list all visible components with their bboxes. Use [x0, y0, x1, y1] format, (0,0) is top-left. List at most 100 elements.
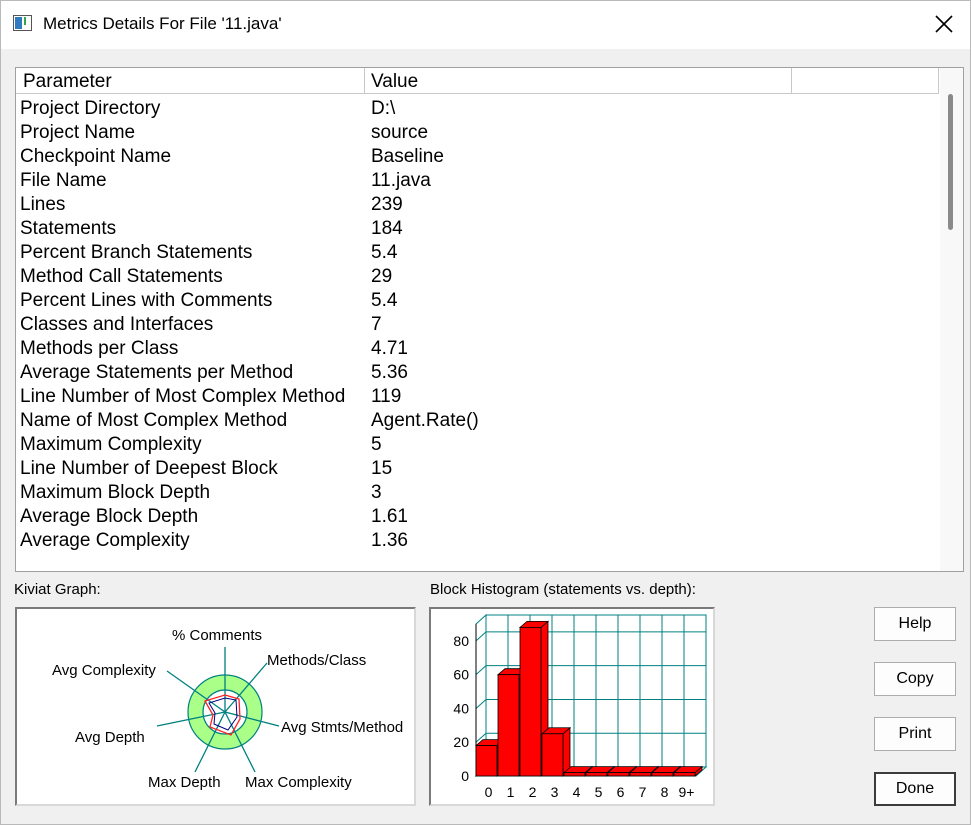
- parameter-cell: Maximum Block Depth: [20, 482, 211, 503]
- histogram-bar: [497, 674, 520, 777]
- table-row[interactable]: File Name 11.java: [16, 169, 941, 193]
- column-header-parameter[interactable]: Parameter: [16, 68, 365, 94]
- close-icon: [935, 15, 953, 33]
- kiviat-graph-label: Kiviat Graph:: [14, 581, 101, 598]
- parameter-cell: Classes and Interfaces: [20, 314, 214, 335]
- kiviat-axis-label: Avg Complexity: [52, 662, 156, 679]
- parameter-cell: Percent Lines with Comments: [20, 290, 273, 311]
- table-row[interactable]: Average Block Depth 1.61: [16, 505, 941, 529]
- histogram-x-tick-label: 7: [639, 784, 647, 800]
- histogram-y-tick-label: 80: [453, 633, 469, 649]
- parameter-cell: Project Directory: [20, 98, 161, 119]
- parameter-cell: Average Block Depth: [20, 506, 199, 527]
- close-button[interactable]: [921, 5, 967, 43]
- parameter-cell: Checkpoint Name: [20, 146, 172, 167]
- parameter-cell: Project Name: [20, 122, 136, 143]
- value-cell: D:\: [371, 98, 396, 119]
- value-cell: 5.36: [371, 362, 408, 383]
- histogram-x-tick-label: 4: [573, 784, 581, 800]
- kiviat-axis-label: % Comments: [172, 627, 262, 644]
- kiviat-graph: % Comments Methods/Class Avg Stmts/Metho…: [15, 607, 416, 806]
- parameter-cell: Average Complexity: [20, 530, 190, 551]
- parameter-cell: File Name: [20, 170, 107, 191]
- kiviat-axis-label: Methods/Class: [267, 652, 366, 669]
- table-row[interactable]: Line Number of Deepest Block 15: [16, 457, 941, 481]
- histogram-x-tick-label: 8: [661, 784, 669, 800]
- block-histogram: 0 20 40 60 80 0 1 2 3 4 5 6 7 8 9+: [429, 607, 715, 806]
- copy-button[interactable]: Copy: [874, 662, 956, 696]
- histogram-y-tick-label: 20: [453, 734, 469, 750]
- help-button[interactable]: Help: [874, 607, 956, 641]
- table-row[interactable]: Classes and Interfaces 7: [16, 313, 941, 337]
- table-row[interactable]: Project Name source: [16, 121, 941, 145]
- table-row[interactable]: Statements 184: [16, 217, 941, 241]
- table-row[interactable]: Line Number of Most Complex Method 119: [16, 385, 941, 409]
- kiviat-axis-label: Avg Depth: [75, 729, 145, 746]
- table-row[interactable]: Maximum Block Depth 3: [16, 481, 941, 505]
- title-bar: Metrics Details For File '11.java': [1, 1, 970, 49]
- table-row[interactable]: Project Directory D:\: [16, 97, 941, 121]
- parameter-cell: Name of Most Complex Method: [20, 410, 288, 431]
- histogram-x-tick-label: 3: [551, 784, 559, 800]
- histogram-y-tick-label: 40: [453, 700, 469, 716]
- kiviat-axis-label: Avg Stmts/Method: [281, 719, 403, 736]
- table-row[interactable]: Percent Lines with Comments 5.4: [16, 289, 941, 313]
- histogram-y-tick-label: 0: [461, 768, 469, 784]
- table-row[interactable]: Name of Most Complex Method Agent.Rate(): [16, 409, 941, 433]
- histogram-x-tick-label: 5: [595, 784, 603, 800]
- histogram-bar: [651, 772, 674, 777]
- value-cell: 184: [371, 218, 403, 239]
- value-cell: Agent.Rate(): [371, 410, 479, 431]
- parameter-cell: Statements: [20, 218, 117, 239]
- parameter-cell: Average Statements per Method: [20, 362, 294, 383]
- table-row[interactable]: Average Statements per Method 5.36: [16, 361, 941, 385]
- histogram-bar: [629, 772, 652, 777]
- window-title: Metrics Details For File '11.java': [43, 14, 282, 33]
- value-cell: source: [371, 122, 429, 143]
- parameter-cell: Line Number of Deepest Block: [20, 458, 278, 479]
- parameter-cell: Percent Branch Statements: [20, 242, 253, 263]
- column-header-value[interactable]: Value: [365, 68, 792, 94]
- parameter-cell: Lines: [20, 194, 66, 215]
- histogram-x-tick-label: 1: [507, 784, 515, 800]
- table-row[interactable]: Methods per Class 4.71: [16, 337, 941, 361]
- done-button[interactable]: Done: [874, 772, 956, 806]
- histogram-x-tick-label: 6: [617, 784, 625, 800]
- histogram-x-tick-label: 9+: [679, 784, 695, 800]
- table-row[interactable]: Lines 239: [16, 193, 941, 217]
- histogram-bar: [585, 772, 608, 777]
- value-cell: 5: [371, 434, 382, 455]
- value-cell: 7: [371, 314, 382, 335]
- value-cell: 1.61: [371, 506, 408, 527]
- value-cell: 119: [371, 386, 402, 407]
- app-icon: [13, 15, 32, 31]
- value-cell: 11.java: [371, 170, 431, 191]
- histogram-x-tick-label: 2: [529, 784, 537, 800]
- histogram-x-tick-label: 0: [485, 784, 493, 800]
- print-button[interactable]: Print: [874, 717, 956, 751]
- histogram-bar: [673, 772, 696, 777]
- metrics-list[interactable]: Parameter Value Project Directory D:\ Proj…: [15, 67, 964, 572]
- table-row[interactable]: Method Call Statements 29: [16, 265, 941, 289]
- parameter-cell: Maximum Complexity: [20, 434, 202, 455]
- histogram-bar: [475, 745, 498, 777]
- parameter-cell: Line Number of Most Complex Method: [20, 386, 346, 407]
- value-cell: 5.4: [371, 242, 398, 263]
- scroll-thumb[interactable]: [948, 94, 953, 230]
- parameter-cell: Methods per Class: [20, 338, 179, 359]
- histogram-bar: [607, 772, 630, 777]
- table-row[interactable]: Percent Branch Statements 5.4: [16, 241, 941, 265]
- vertical-scrollbar[interactable]: [940, 68, 963, 571]
- value-cell: 4.71: [371, 338, 408, 359]
- value-cell: 5.4: [371, 290, 398, 311]
- table-row[interactable]: Checkpoint Name Baseline: [16, 145, 941, 169]
- value-cell: Baseline: [371, 146, 444, 167]
- kiviat-axis-label: Max Complexity: [245, 774, 352, 791]
- column-header-empty[interactable]: [792, 68, 939, 94]
- metrics-details-window: Metrics Details For File '11.java' Param…: [0, 0, 971, 825]
- parameter-cell: Method Call Statements: [20, 266, 223, 287]
- histogram-y-tick-label: 60: [453, 667, 469, 683]
- table-row[interactable]: Maximum Complexity 5: [16, 433, 941, 457]
- table-row[interactable]: Average Complexity 1.36: [16, 529, 941, 553]
- value-cell: 29: [371, 266, 393, 287]
